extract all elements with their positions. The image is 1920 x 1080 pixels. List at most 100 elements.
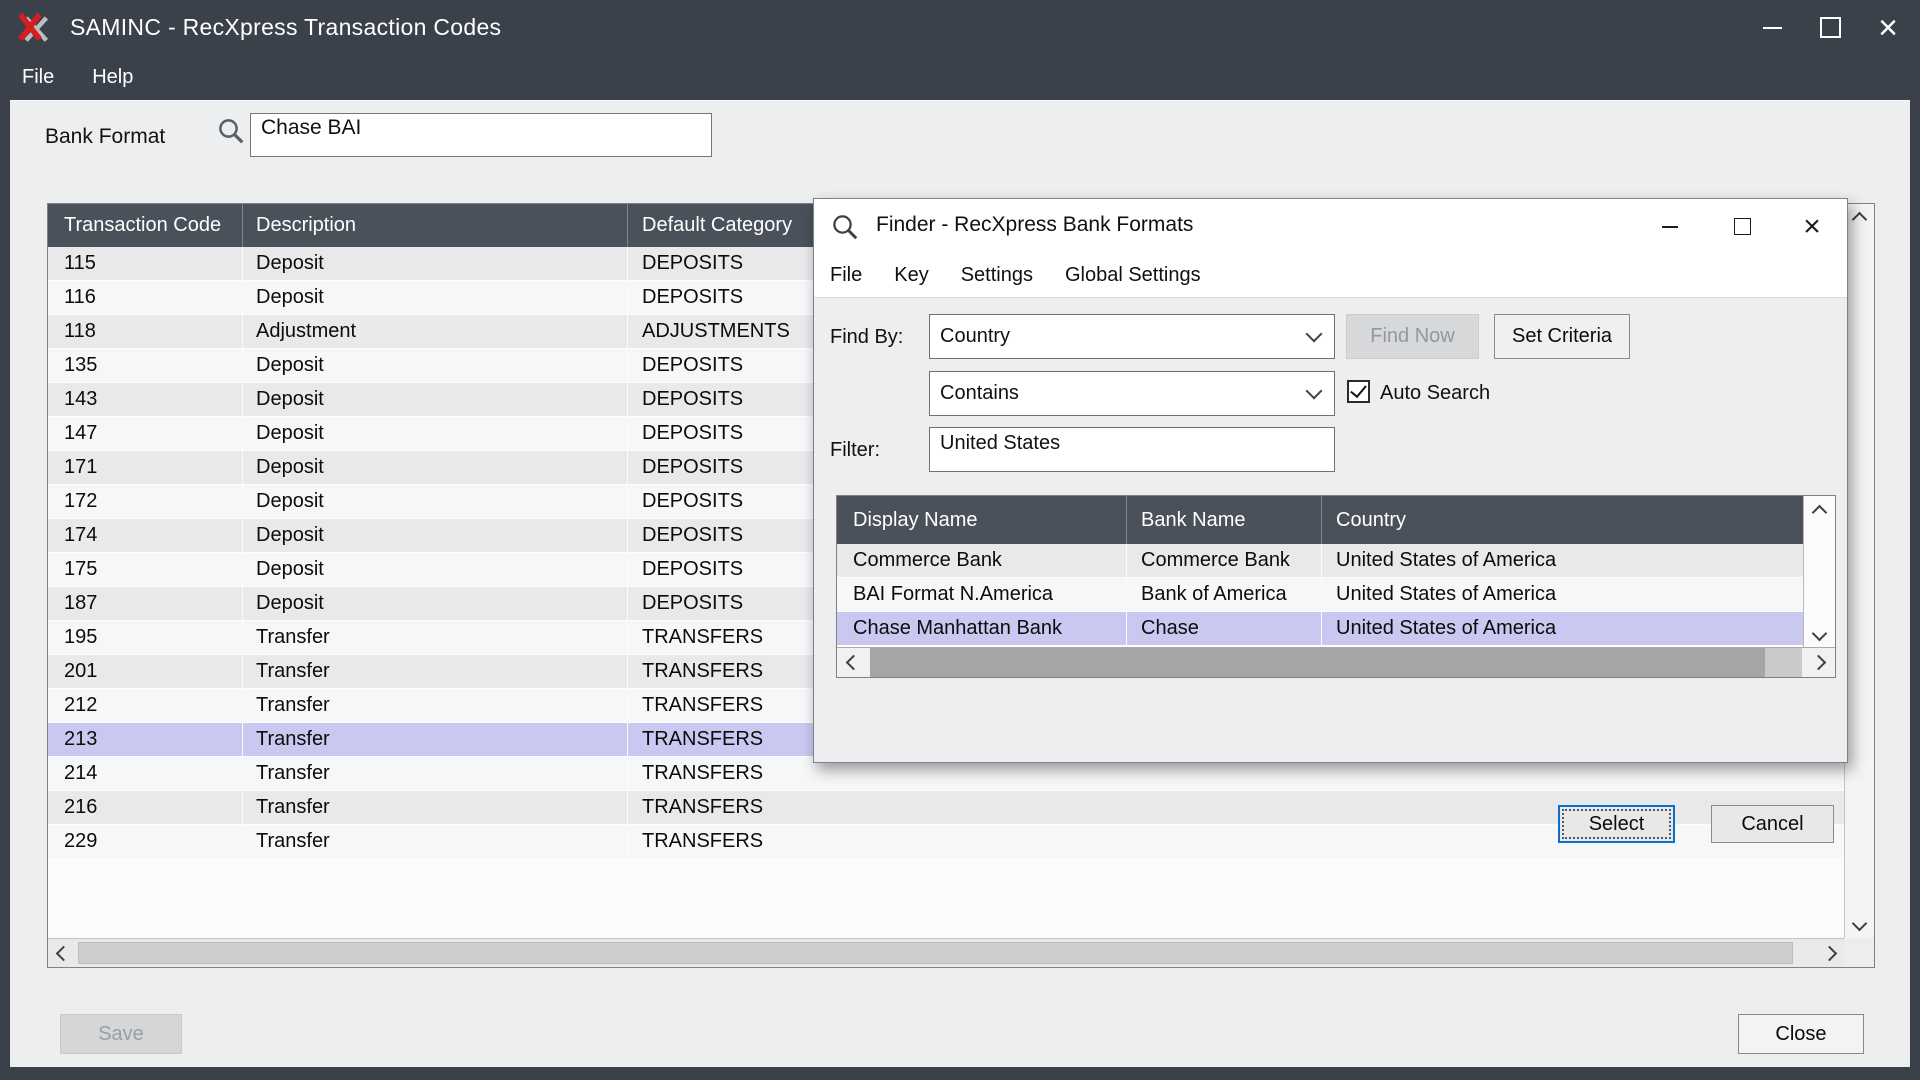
cell-description: Deposit <box>242 417 627 450</box>
cell-bank-name: Chase <box>1126 612 1321 645</box>
scroll-right-icon[interactable] <box>1814 939 1844 967</box>
main-menubar: File Help <box>0 55 1920 100</box>
table-row[interactable]: Chase Manhattan Bank Chase United States… <box>837 612 1803 646</box>
cell-description: Transfer <box>242 655 627 688</box>
finder-search-icon <box>830 212 860 242</box>
cell-transaction-code: 195 <box>48 621 242 654</box>
finder-menu-file[interactable]: File <box>830 258 862 293</box>
operator-dropdown[interactable]: Contains <box>929 371 1335 416</box>
bank-format-label: Bank Format <box>45 125 165 149</box>
column-header-transaction-code[interactable]: Transaction Code <box>48 204 242 247</box>
cell-transaction-code: 229 <box>48 825 242 858</box>
cell-description: Deposit <box>242 247 627 280</box>
cell-transaction-code: 216 <box>48 791 242 824</box>
cell-bank-name: Bank of America <box>1126 578 1321 611</box>
operator-value: Contains <box>940 382 1019 405</box>
finder-close-button[interactable]: × <box>1785 199 1839 254</box>
cell-description: Deposit <box>242 519 627 552</box>
minimize-icon <box>1763 27 1782 29</box>
maximize-icon <box>1734 218 1751 235</box>
cell-description: Transfer <box>242 723 627 756</box>
maximize-icon <box>1820 17 1841 38</box>
cell-transaction-code: 214 <box>48 757 242 790</box>
cell-description: Transfer <box>242 757 627 790</box>
search-icon[interactable] <box>216 116 246 146</box>
scrollbar-thumb[interactable] <box>870 648 1765 677</box>
finder-titlebar: Finder - RecXpress Bank Formats × <box>814 199 1847 254</box>
cell-display-name: Commerce Bank <box>837 544 1126 577</box>
scroll-down-icon[interactable] <box>1845 908 1874 938</box>
column-header-display-name[interactable]: Display Name <box>837 496 1126 544</box>
finder-minimize-button[interactable] <box>1643 199 1697 254</box>
cell-description: Deposit <box>242 553 627 586</box>
select-button[interactable]: Select <box>1558 805 1675 843</box>
close-icon: × <box>1878 13 1898 43</box>
find-by-dropdown[interactable]: Country <box>929 314 1335 359</box>
close-button[interactable]: × <box>1860 0 1916 55</box>
chevron-down-icon <box>1306 326 1323 343</box>
cell-transaction-code: 172 <box>48 485 242 518</box>
bank-format-input[interactable] <box>250 113 712 157</box>
scroll-right-icon[interactable] <box>1802 648 1835 677</box>
chevron-down-icon <box>1306 383 1323 400</box>
finder-maximize-button[interactable] <box>1715 199 1769 254</box>
cell-description: Adjustment <box>242 315 627 348</box>
cell-display-name: Chase Manhattan Bank <box>837 612 1126 645</box>
finder-menu-key[interactable]: Key <box>894 258 928 293</box>
cell-bank-name: Commerce Bank <box>1126 544 1321 577</box>
table-row[interactable]: BAI Format N.America Bank of America Uni… <box>837 578 1803 612</box>
window-title: SAMINC - RecXpress Transaction Codes <box>70 14 501 41</box>
menu-help[interactable]: Help <box>76 58 149 97</box>
bank-formats-body: Commerce Bank Commerce Bank United State… <box>837 544 1835 646</box>
cell-description: Deposit <box>242 485 627 518</box>
scrollbar-corner <box>1844 938 1874 967</box>
finder-vertical-scrollbar[interactable] <box>1803 496 1835 649</box>
find-now-button[interactable]: Find Now <box>1346 314 1479 359</box>
main-window: SAMINC - RecXpress Transaction Codes × F… <box>0 0 1920 1080</box>
finder-menu-global-settings[interactable]: Global Settings <box>1065 258 1201 293</box>
maximize-button[interactable] <box>1802 0 1858 55</box>
cell-description: Deposit <box>242 383 627 416</box>
cell-transaction-code: 147 <box>48 417 242 450</box>
cell-transaction-code: 143 <box>48 383 242 416</box>
column-header-description[interactable]: Description <box>242 204 627 247</box>
scroll-left-icon[interactable] <box>48 939 78 967</box>
app-logo-icon <box>16 9 52 47</box>
cell-transaction-code: 118 <box>48 315 242 348</box>
cell-description: Transfer <box>242 791 627 824</box>
filter-input[interactable] <box>929 427 1335 472</box>
finder-body: Find By: Country Find Now Set Criteria C… <box>814 297 1847 762</box>
minimize-button[interactable] <box>1744 0 1800 55</box>
cell-transaction-code: 135 <box>48 349 242 382</box>
table-row[interactable]: Commerce Bank Commerce Bank United State… <box>837 544 1803 578</box>
auto-search-checkbox[interactable] <box>1347 380 1370 403</box>
scroll-left-icon[interactable] <box>837 648 870 677</box>
cell-description: Deposit <box>242 281 627 314</box>
scroll-up-icon[interactable] <box>1804 496 1835 528</box>
scroll-up-icon[interactable] <box>1845 204 1874 234</box>
cell-transaction-code: 187 <box>48 587 242 620</box>
column-header-country[interactable]: Country <box>1321 496 1803 544</box>
cell-description: Deposit <box>242 587 627 620</box>
cell-transaction-code: 116 <box>48 281 242 314</box>
cell-transaction-code: 201 <box>48 655 242 688</box>
main-vertical-scrollbar[interactable] <box>1844 204 1874 938</box>
bank-formats-table: Display Name Bank Name Country Commerce … <box>836 495 1836 678</box>
scrollbar-thumb[interactable] <box>78 942 1793 964</box>
menu-file[interactable]: File <box>6 58 70 97</box>
save-button[interactable]: Save <box>60 1014 182 1054</box>
cell-description: Deposit <box>242 451 627 484</box>
find-by-label: Find By: <box>830 326 903 349</box>
main-horizontal-scrollbar[interactable] <box>48 938 1844 967</box>
auto-search-label: Auto Search <box>1380 382 1490 405</box>
cancel-button[interactable]: Cancel <box>1711 805 1834 843</box>
cell-transaction-code: 212 <box>48 689 242 722</box>
column-header-bank-name[interactable]: Bank Name <box>1126 496 1321 544</box>
set-criteria-button[interactable]: Set Criteria <box>1494 314 1630 359</box>
finder-menu-settings[interactable]: Settings <box>961 258 1033 293</box>
scroll-down-icon[interactable] <box>1804 617 1835 649</box>
cell-country: United States of America <box>1321 612 1803 645</box>
finder-horizontal-scrollbar[interactable] <box>837 647 1835 677</box>
cell-transaction-code: 213 <box>48 723 242 756</box>
close-window-button[interactable]: Close <box>1738 1014 1864 1054</box>
